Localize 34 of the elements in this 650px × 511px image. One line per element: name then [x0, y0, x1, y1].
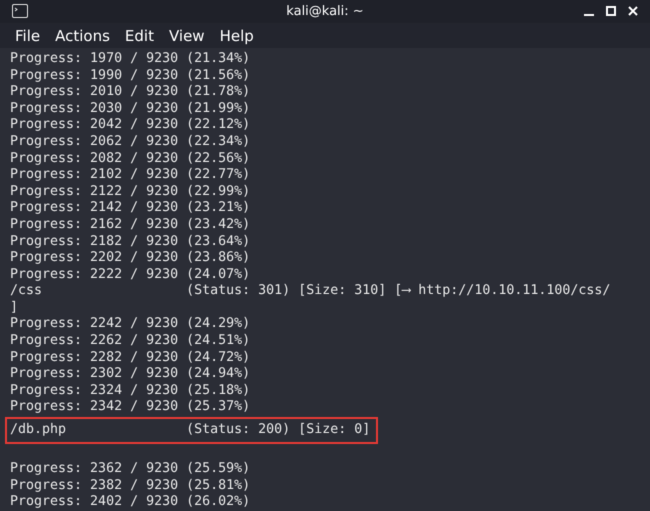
- output-line: Progress: 1970 / 9230 (21.34%): [10, 50, 250, 68]
- menu-item[interactable]: View: [168, 25, 205, 48]
- output-line: Progress: 2082 / 9230 (22.56%): [10, 150, 250, 168]
- output-line: Progress: 2282 / 9230 (24.72%): [10, 350, 250, 366]
- output-line: Progress: 2142 / 9230 (23.21%): [10, 200, 250, 217]
- output-line: Progress: 2342 / 9230 (25.37%): [10, 399, 250, 416]
- menu-item[interactable]: Actions: [55, 25, 110, 48]
- output-line: Progress: 2102 / 9230 (22.77%): [10, 167, 250, 184]
- output-line: Progress: 2202 / 9230 (23.86%): [10, 250, 250, 267]
- menu-item[interactable]: Help: [220, 25, 254, 48]
- window-title: kali@kali: ~: [286, 2, 364, 21]
- menu-item[interactable]: Edit: [124, 25, 154, 48]
- output-line: Progress: 2324 / 9230 (25.18%): [10, 382, 250, 400]
- output-line: Progress: 1990 / 9230 (21.56%): [10, 68, 250, 84]
- output-line: Progress: 2402 / 9230 (26.02%): [10, 494, 250, 511]
- menu-item[interactable]: File: [15, 25, 40, 48]
- output-line: Progress: 2262 / 9230 (24.51%): [10, 333, 250, 350]
- output-line: Progress: 2182 / 9230 (23.64%): [10, 234, 250, 250]
- output-line: Progress: 2010 / 9230 (21.78%): [10, 84, 250, 101]
- output-line: Progress: 2030 / 9230 (21.99%): [10, 100, 250, 118]
- output-line: ]: [10, 300, 18, 316]
- output-line: /css (Status: 301) [Size: 310] [⟶ http://10.10.11.100/css/: [10, 283, 610, 300]
- output-line: Progress: 2122 / 9230 (22.99%): [10, 184, 250, 200]
- output-line: Progress: 2042 / 9230 (22.12%): [10, 117, 250, 134]
- output-line: Progress: 2242 / 9230 (24.29%): [10, 316, 250, 334]
- maximize-icon[interactable]: [606, 6, 616, 16]
- close-icon[interactable]: [628, 6, 638, 16]
- output-line: Progress: 2382 / 9230 (25.81%): [10, 478, 250, 494]
- output-line: Progress: 2302 / 9230 (24.94%): [10, 366, 250, 383]
- output-line: Progress: 2062 / 9230 (22.34%): [10, 134, 250, 151]
- output-line: Progress: 2362 / 9230 (25.59%): [10, 461, 250, 478]
- output-line: Progress: 2162 / 9230 (23.42%): [10, 216, 250, 234]
- output-line: Progress: 2222 / 9230 (24.07%): [10, 266, 250, 284]
- terminal-icon: [12, 4, 28, 18]
